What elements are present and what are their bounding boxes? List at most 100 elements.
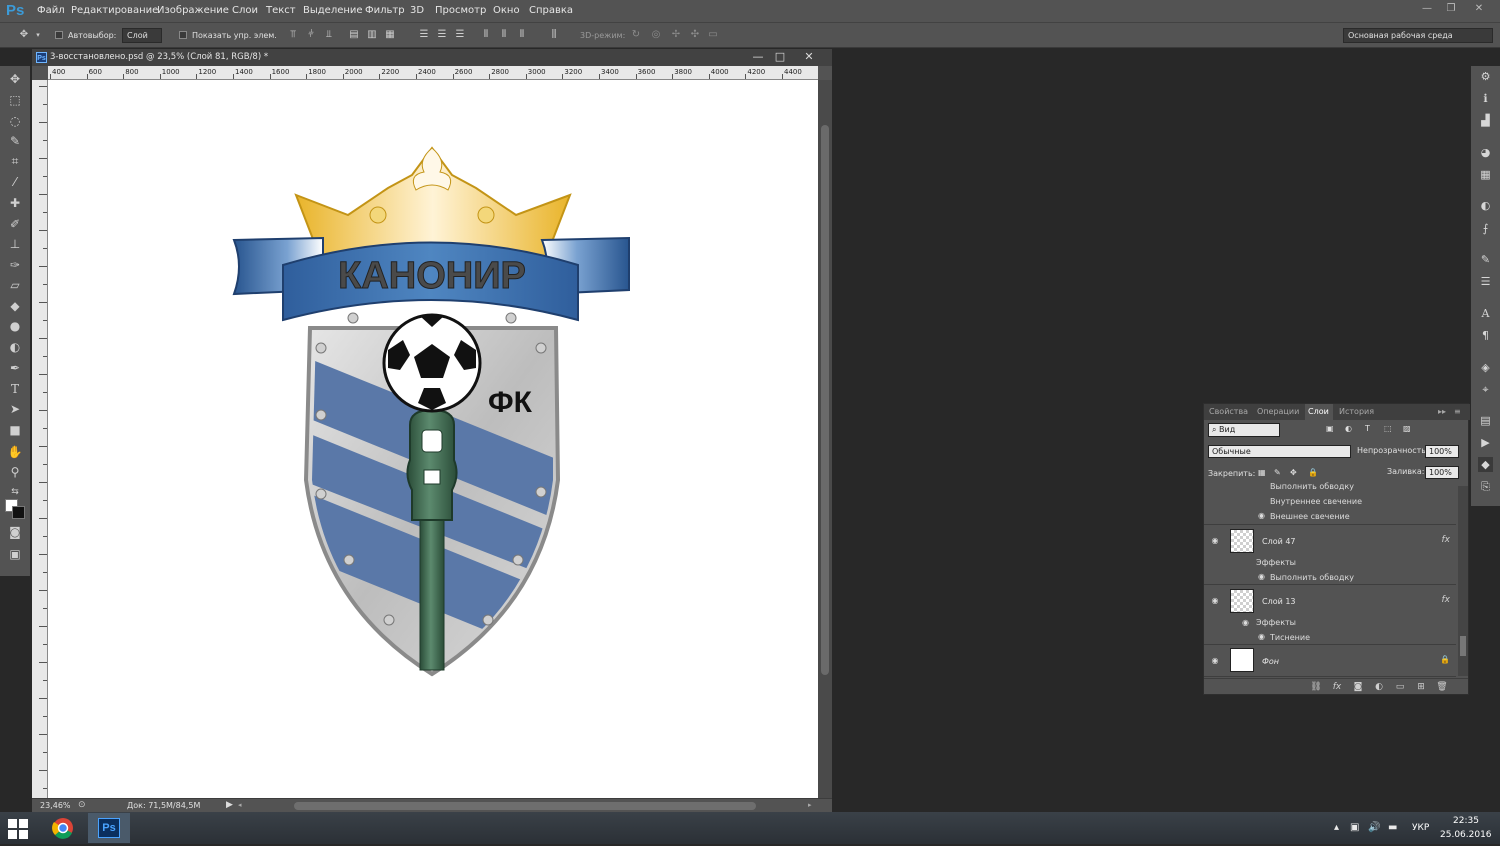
layer-name[interactable]: Слой 47 bbox=[1262, 537, 1296, 546]
healing-brush-icon[interactable]: ✚ bbox=[6, 194, 24, 212]
new-group-icon[interactable]: ▭ bbox=[1394, 681, 1406, 693]
canvas[interactable]: КАНОНИР ФК bbox=[48, 80, 818, 798]
character-icon[interactable]: A bbox=[1478, 306, 1493, 321]
screen-mode-icon[interactable]: ▣ bbox=[6, 545, 24, 563]
stamp-tool-icon[interactable]: ⊥ bbox=[6, 235, 24, 253]
info-icon[interactable]: ℹ bbox=[1478, 91, 1493, 106]
tab-actions[interactable]: Операции bbox=[1257, 407, 1299, 416]
align-hcenter-icon[interactable]: ▥ bbox=[366, 29, 378, 41]
zoom-level[interactable]: 23,46% bbox=[40, 801, 71, 810]
distribute-vcenter-icon[interactable]: ☰ bbox=[436, 29, 448, 41]
lock-pixels-icon[interactable]: ✎ bbox=[1274, 468, 1281, 477]
menu-window[interactable]: Окно bbox=[493, 5, 520, 16]
lock-all-icon[interactable]: 🔒 bbox=[1308, 468, 1318, 477]
eyedropper-tool-icon[interactable]: ⁄ bbox=[6, 173, 24, 191]
collapse-panel-icon[interactable]: ▸▸ bbox=[1438, 407, 1446, 416]
minimize-doc-button[interactable]: — bbox=[748, 50, 768, 64]
vertical-scrollbar[interactable] bbox=[818, 80, 832, 798]
3d-orbit-icon[interactable]: ↻ bbox=[630, 29, 642, 41]
move-tool-icon[interactable]: ✥ bbox=[18, 29, 30, 41]
panel-menu-icon[interactable]: ≡ bbox=[1454, 407, 1461, 416]
align-bottom-icon[interactable]: ⫫ bbox=[323, 29, 335, 41]
layer-name[interactable]: Фон bbox=[1262, 657, 1279, 666]
new-layer-icon[interactable]: ⊞ bbox=[1415, 681, 1427, 693]
menu-image[interactable]: Изображение bbox=[157, 5, 229, 16]
eye-icon[interactable]: ◉ bbox=[1210, 597, 1220, 605]
volume-icon[interactable]: 🔊 bbox=[1368, 822, 1380, 833]
3d-icon[interactable]: ◈ bbox=[1478, 360, 1493, 375]
histogram-icon[interactable]: ▟ bbox=[1478, 113, 1493, 128]
lasso-tool-icon[interactable]: ◌ bbox=[6, 112, 24, 130]
eye-icon[interactable]: ◉ bbox=[1258, 632, 1265, 641]
eye-icon[interactable]: ◉ bbox=[1258, 511, 1265, 520]
filter-pixel-icon[interactable]: ▣ bbox=[1326, 424, 1334, 433]
eraser-tool-icon[interactable]: ▱ bbox=[6, 276, 24, 294]
blur-tool-icon[interactable]: ● bbox=[6, 317, 24, 335]
swatches-icon[interactable]: ▦ bbox=[1478, 167, 1493, 182]
filter-type-icon[interactable]: T bbox=[1365, 424, 1370, 433]
maximize-doc-button[interactable]: □ bbox=[770, 50, 790, 64]
language-flag-icon[interactable]: ▬ bbox=[1388, 822, 1397, 833]
windows-start-icon[interactable] bbox=[8, 819, 28, 839]
layers-scrollbar[interactable] bbox=[1458, 486, 1468, 676]
distribute-right-icon[interactable]: ⫴ bbox=[516, 29, 528, 41]
vertical-scroll-thumb[interactable] bbox=[821, 125, 829, 675]
autoselect-dropdown[interactable]: Слой bbox=[122, 28, 162, 43]
layer-row[interactable]: ◉ Слой 47 fx Эффекты ◉ Выполнить обводку bbox=[1204, 525, 1456, 585]
restore-app-button[interactable]: ❐ bbox=[1440, 2, 1462, 16]
distribute-hcenter-icon[interactable]: ⫴ bbox=[498, 29, 510, 41]
photoshop-taskbar-button[interactable]: Ps bbox=[88, 813, 130, 843]
eye-icon[interactable]: ◉ bbox=[1258, 572, 1265, 581]
color-icon[interactable]: ◕ bbox=[1478, 145, 1493, 160]
minimize-app-button[interactable]: — bbox=[1416, 2, 1438, 16]
3d-roll-icon[interactable]: ◎ bbox=[650, 29, 662, 41]
scroll-left-icon[interactable]: ◂ bbox=[238, 801, 242, 809]
chevron-down-icon[interactable]: ▾ bbox=[32, 29, 44, 41]
background-color-swatch[interactable] bbox=[12, 506, 25, 519]
layer-row[interactable]: ◉ Слой 13 fx ◉ Эффекты ◉ Тиснение bbox=[1204, 585, 1456, 645]
layer-row[interactable]: ◉ Фон 🔒 bbox=[1204, 645, 1456, 677]
menu-3d[interactable]: 3D bbox=[410, 5, 424, 16]
distribute-left-icon[interactable]: ⫴ bbox=[480, 29, 492, 41]
horizontal-scroll-thumb[interactable] bbox=[294, 802, 756, 810]
channels-icon[interactable]: ⎘ bbox=[1478, 479, 1493, 494]
autoselect-checkbox[interactable] bbox=[55, 31, 63, 39]
status-menu-arrow-icon[interactable]: ▶ bbox=[226, 800, 233, 810]
bucket-tool-icon[interactable]: ◆ bbox=[6, 297, 24, 315]
distribute-top-icon[interactable]: ☰ bbox=[418, 29, 430, 41]
menu-select[interactable]: Выделение bbox=[303, 5, 363, 16]
layers-scroll-thumb[interactable] bbox=[1460, 636, 1466, 656]
lock-transparent-icon[interactable]: ▦ bbox=[1258, 468, 1266, 477]
brush-settings-icon[interactable]: ☰ bbox=[1478, 274, 1493, 289]
layers-icon[interactable]: ◆ bbox=[1478, 457, 1493, 472]
zoom-tool-icon[interactable]: ⚲ bbox=[6, 463, 24, 481]
fx-icon[interactable]: fx bbox=[1442, 535, 1451, 545]
quick-select-tool-icon[interactable]: ✎ bbox=[6, 132, 24, 150]
3d-scale-icon[interactable]: ▭ bbox=[707, 29, 719, 41]
shape-tool-icon[interactable]: ■ bbox=[6, 421, 24, 439]
filter-shape-icon[interactable]: ⬚ bbox=[1384, 424, 1392, 433]
navigator-icon[interactable]: ⚙ bbox=[1478, 69, 1493, 84]
paragraph-icon[interactable]: ¶ bbox=[1478, 328, 1493, 343]
show-transform-checkbox[interactable] bbox=[179, 31, 187, 39]
auto-align-icon[interactable]: ⫼ bbox=[548, 29, 560, 41]
clock-time[interactable]: 22:35 bbox=[1444, 816, 1488, 826]
dodge-tool-icon[interactable]: ◐ bbox=[6, 338, 24, 356]
align-left-icon[interactable]: ▤ bbox=[348, 29, 360, 41]
fx-icon[interactable]: fx bbox=[1442, 595, 1451, 605]
crop-tool-icon[interactable]: ⌗ bbox=[6, 152, 24, 170]
menu-edit[interactable]: Редактирование bbox=[71, 5, 158, 16]
network-icon[interactable]: ▣ bbox=[1350, 822, 1359, 833]
adjustments-icon[interactable]: ◐ bbox=[1478, 198, 1493, 213]
lock-position-icon[interactable]: ✥ bbox=[1290, 468, 1297, 477]
layer-filter-dropdown[interactable]: ⌕ Вид bbox=[1208, 423, 1280, 437]
align-right-icon[interactable]: ▦ bbox=[384, 29, 396, 41]
delete-layer-icon[interactable]: 🗑 bbox=[1436, 681, 1448, 693]
blend-mode-dropdown[interactable]: Обычные bbox=[1208, 445, 1351, 458]
close-doc-button[interactable]: ✕ bbox=[799, 50, 819, 64]
3d-pan-icon[interactable]: ✢ bbox=[670, 29, 682, 41]
path-select-icon[interactable]: ➤ bbox=[6, 400, 24, 418]
move-tool-icon[interactable]: ✥ bbox=[6, 70, 24, 88]
layer-name[interactable]: Слой 13 bbox=[1262, 597, 1296, 606]
close-app-button[interactable]: ✕ bbox=[1468, 2, 1490, 16]
